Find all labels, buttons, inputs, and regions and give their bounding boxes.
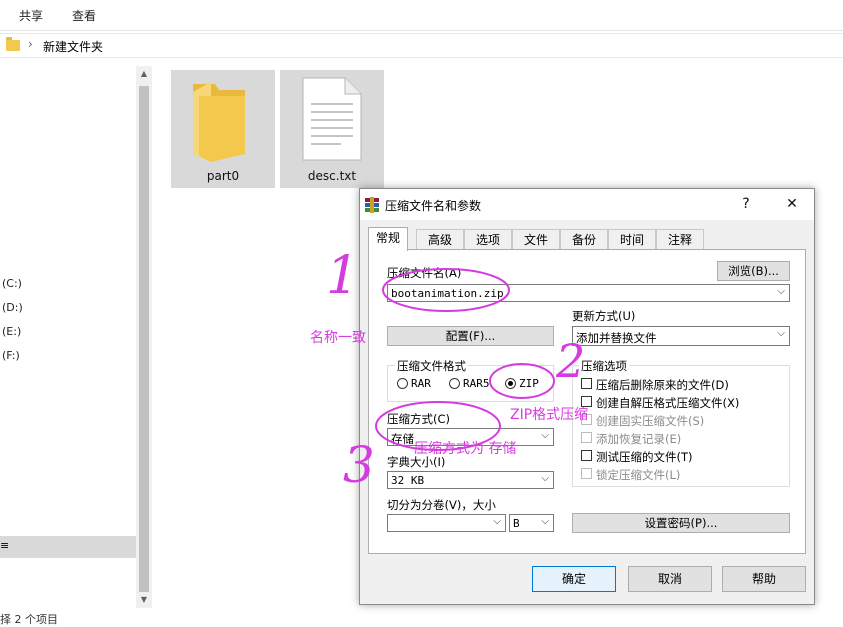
dict-size-value[interactable]: 32 KB	[391, 474, 424, 487]
chevron-down-icon[interactable]: ⌵	[777, 286, 785, 297]
nav-selected-label: ≡	[0, 539, 10, 552]
profiles-button[interactable]: 配置(F)...	[387, 326, 554, 346]
chevron-down-icon[interactable]: ⌵	[541, 430, 549, 441]
radio-zip[interactable]	[505, 378, 516, 389]
archive-dialog: 压缩文件名和参数 ? ✕ 常规 高级 选项 文件 备份 时间 注释 压缩文件名(…	[359, 188, 815, 605]
text-file-icon	[302, 77, 362, 161]
tab-time[interactable]: 时间	[608, 229, 656, 250]
archive-name-combo[interactable]: bootanimation.zip ⌵	[387, 284, 790, 302]
nav-drive-e[interactable]: (E:)	[2, 325, 21, 338]
dict-size-combo[interactable]: 32 KB ⌵	[387, 471, 554, 489]
address-bar[interactable]: › 新建文件夹	[0, 33, 843, 58]
annotation-number-2: 2	[556, 334, 586, 388]
radio-rar[interactable]	[397, 378, 408, 389]
method-value[interactable]: 存储	[391, 431, 414, 447]
breadcrumb-folder[interactable]: 新建文件夹	[43, 38, 103, 55]
tab-options[interactable]: 选项	[464, 229, 512, 250]
annotation-number-3: 3	[343, 436, 375, 494]
options-group-label: 压缩选项	[579, 358, 629, 374]
browse-button[interactable]: 浏览(B)...	[717, 261, 790, 281]
annotation-note-zip: ZIP格式压缩	[510, 407, 589, 423]
chevron-down-icon[interactable]: ⌵	[493, 516, 501, 527]
annotation-note-method: 压缩方式为 存储	[414, 441, 517, 457]
option-recovery-label: 添加恢复记录(E)	[596, 432, 682, 446]
winrar-icon	[365, 197, 379, 213]
tab-general[interactable]: 常规	[368, 227, 408, 251]
chevron-down-icon[interactable]: ⌵	[777, 328, 785, 339]
breadcrumb-separator: ›	[28, 37, 33, 51]
tab-advanced[interactable]: 高级	[416, 229, 464, 250]
explorer-ribbon: 共享 查看	[0, 0, 843, 31]
option-lock-label: 锁定压缩文件(L)	[596, 468, 681, 482]
annotation-number-1: 1	[326, 246, 360, 306]
option-delete-after-label[interactable]: 压缩后删除原来的文件(D)	[596, 377, 729, 393]
nav-drive-c[interactable]: (C:)	[2, 277, 22, 290]
tab-files[interactable]: 文件	[512, 229, 560, 250]
split-unit-combo[interactable]: B ⌵	[509, 514, 554, 532]
dialog-title: 压缩文件名和参数	[385, 199, 482, 213]
file-item-desc-txt[interactable]: desc.txt	[280, 70, 384, 188]
status-bar-text: 择 2 个项目	[0, 613, 58, 626]
close-icon[interactable]: ✕	[778, 192, 806, 216]
update-mode-value[interactable]: 添加并替换文件	[576, 330, 657, 346]
folder-icon	[6, 37, 20, 51]
checkbox-lock	[581, 468, 592, 479]
split-size-combo[interactable]: ⌵	[387, 514, 506, 532]
format-group-label: 压缩文件格式	[395, 358, 468, 374]
nav-drive-f[interactable]: (F:)	[2, 349, 20, 362]
help-button[interactable]: 帮助	[722, 566, 806, 592]
radio-rar5[interactable]	[449, 378, 460, 389]
file-item-part0[interactable]: part0	[171, 70, 275, 188]
radio-zip-label[interactable]: ZIP	[519, 377, 539, 390]
nav-drive-d[interactable]: (D:)	[2, 301, 23, 314]
dialog-titlebar[interactable]: 压缩文件名和参数 ? ✕	[360, 189, 814, 220]
folder-icon	[193, 82, 245, 162]
ok-button[interactable]: 确定	[532, 566, 616, 592]
option-solid-label: 创建固实压缩文件(S)	[596, 414, 705, 428]
nav-scrollbar-thumb[interactable]	[139, 86, 149, 592]
checkbox-test[interactable]	[581, 450, 592, 461]
checkbox-recovery	[581, 432, 592, 443]
split-unit-value[interactable]: B	[513, 517, 520, 530]
archive-name-label: 压缩文件名(A)	[387, 266, 462, 280]
option-sfx-label[interactable]: 创建自解压格式压缩文件(X)	[596, 395, 739, 411]
general-tab-panel: 压缩文件名(A) 浏览(B)... bootanimation.zip ⌵ 更新…	[368, 249, 806, 554]
chevron-down-icon[interactable]: ⌵	[541, 516, 549, 527]
scroll-down-icon[interactable]: ▼	[136, 592, 152, 608]
tab-backup[interactable]: 备份	[560, 229, 608, 250]
split-volume-label: 切分为分卷(V)，大小	[387, 498, 496, 512]
radio-rar-label[interactable]: RAR	[411, 377, 431, 390]
radio-rar5-label[interactable]: RAR5	[463, 377, 490, 390]
file-name: desc.txt	[307, 169, 357, 183]
ribbon-tab-share[interactable]: 共享	[19, 7, 43, 24]
set-password-button[interactable]: 设置密码(P)...	[572, 513, 790, 533]
option-test-label[interactable]: 测试压缩的文件(T)	[596, 449, 693, 465]
tab-comment[interactable]: 注释	[656, 229, 704, 250]
help-icon[interactable]: ?	[732, 192, 760, 216]
scroll-up-icon[interactable]: ▲	[136, 66, 152, 82]
method-label: 压缩方式(C)	[387, 412, 451, 426]
ribbon-tab-view[interactable]: 查看	[72, 7, 96, 24]
archive-name-value[interactable]: bootanimation.zip	[391, 287, 504, 300]
annotation-note-name: 名称一致	[310, 330, 366, 346]
update-mode-label: 更新方式(U)	[572, 309, 636, 323]
chevron-down-icon[interactable]: ⌵	[541, 473, 549, 484]
nav-selected-item[interactable]: ≡	[0, 536, 136, 558]
cancel-button[interactable]: 取消	[628, 566, 712, 592]
file-name: part0	[206, 169, 240, 183]
update-mode-combo[interactable]: 添加并替换文件 ⌵	[572, 326, 790, 346]
